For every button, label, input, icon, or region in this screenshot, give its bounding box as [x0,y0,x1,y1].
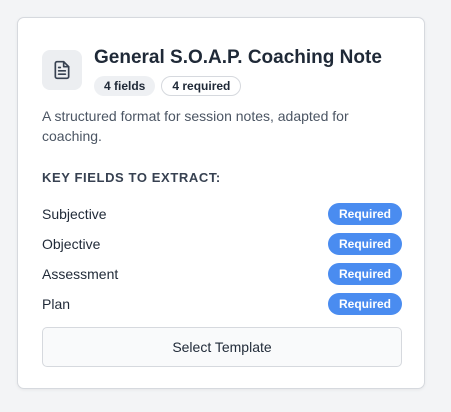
field-row: Assessment Required [42,259,402,289]
key-fields-heading: KEY FIELDS TO EXTRACT: [42,170,221,185]
template-description: A structured format for session notes, a… [42,108,349,144]
field-name: Assessment [42,266,119,282]
select-template-button[interactable]: Select Template [42,327,402,367]
required-badge: Required [327,233,402,255]
required-badge: Required [327,263,402,285]
document-icon [42,50,82,90]
required-badge: Required [327,293,402,315]
template-title: General S.O.A.P. Coaching Note [94,47,382,68]
required-badge: Required [327,203,402,225]
card-header: General S.O.A.P. Coaching Note 4 fields … [42,46,382,96]
required-count-badge: 4 required [161,76,242,96]
field-row: Subjective Required [42,199,402,229]
field-name: Plan [42,296,71,312]
fields-count-badge: 4 fields [94,76,156,96]
fields-list: Subjective Required Objective Required A… [42,199,402,319]
field-row: Plan Required [42,289,402,319]
field-name: Objective [42,236,101,252]
field-name: Subjective [42,206,107,222]
field-row: Objective Required [42,229,402,259]
template-card: General S.O.A.P. Coaching Note 4 fields … [17,17,425,389]
badge-group: 4 fields 4 required [94,76,382,96]
title-block: General S.O.A.P. Coaching Note 4 fields … [94,46,382,96]
